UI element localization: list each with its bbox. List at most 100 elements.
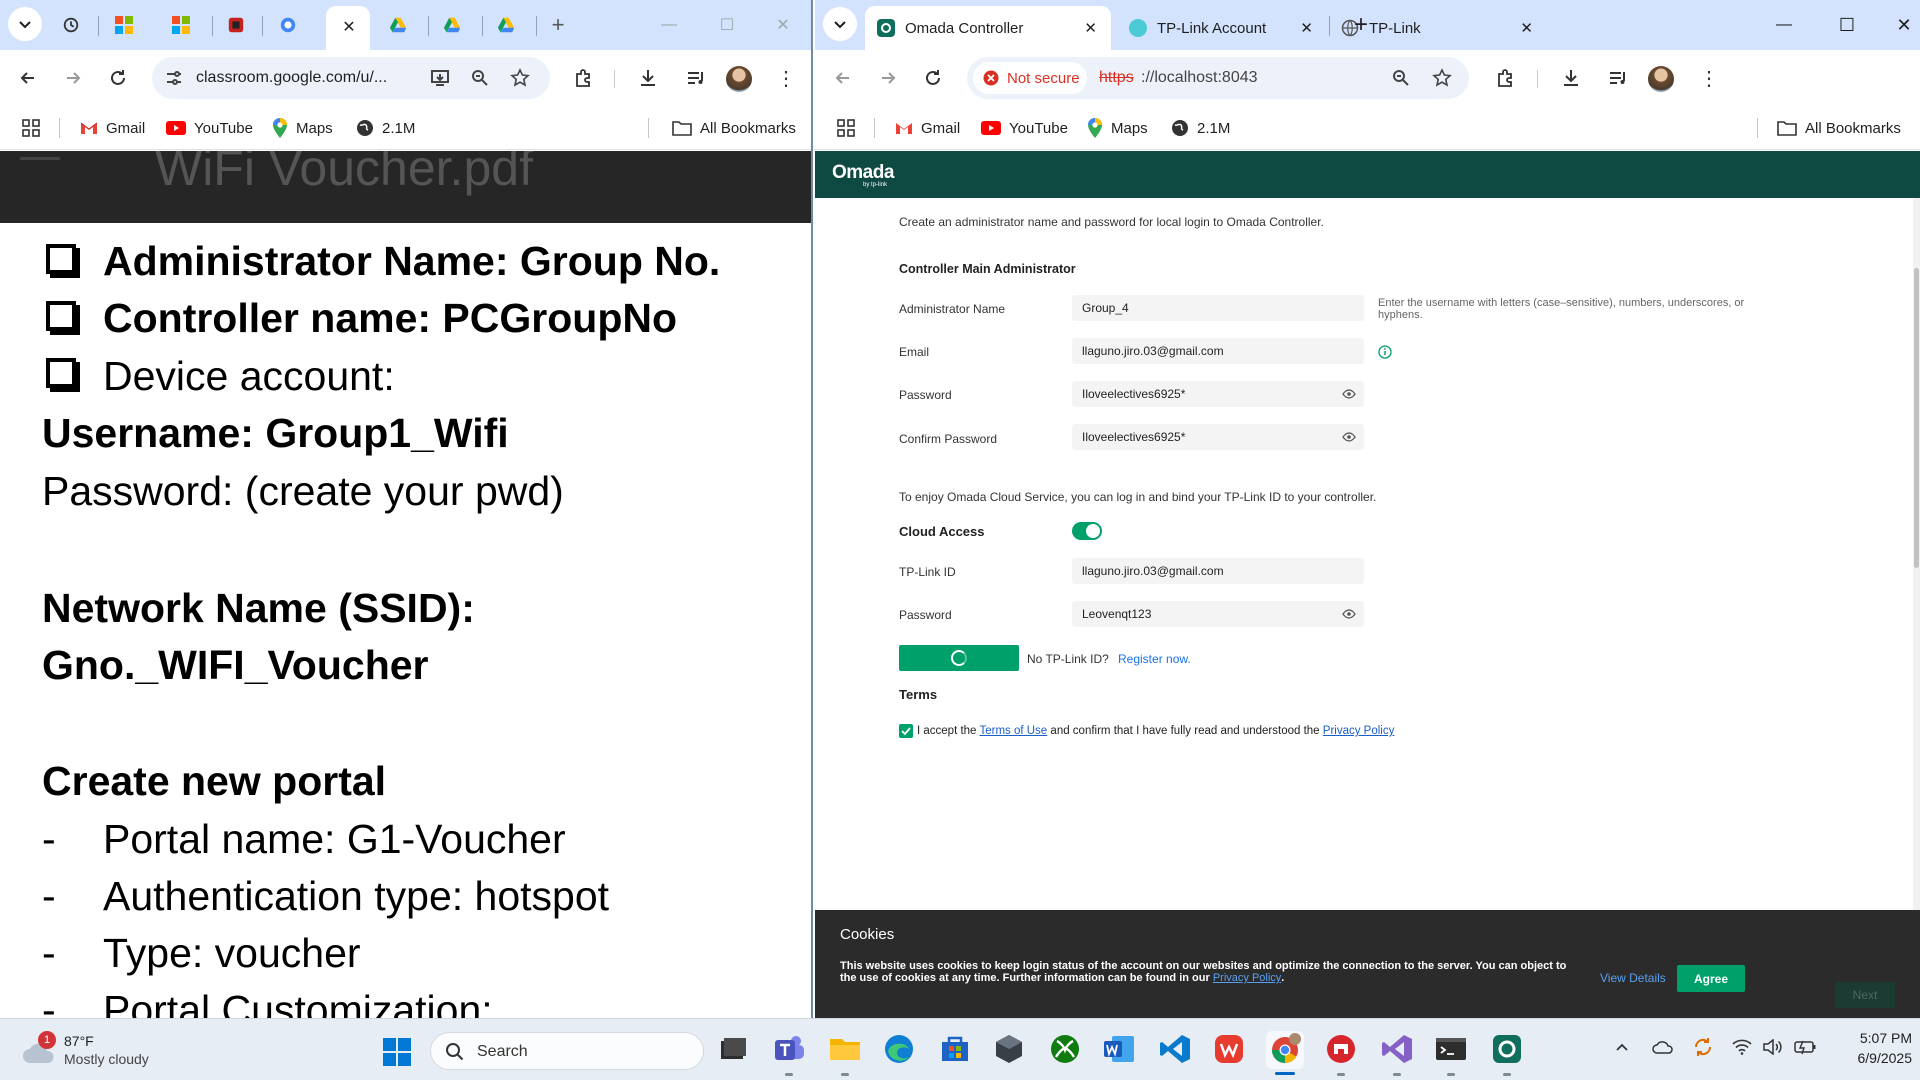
apps-icon[interactable] — [22, 119, 40, 142]
new-tab-button[interactable]: + — [1345, 10, 1377, 40]
menu-button[interactable]: ⋮ — [1691, 60, 1727, 96]
back-button[interactable] — [10, 60, 46, 96]
wifi-icon[interactable] — [1732, 1039, 1752, 1060]
reload-button[interactable] — [100, 60, 136, 96]
forward-button[interactable] — [870, 60, 906, 96]
reload-button[interactable] — [915, 60, 951, 96]
minimize-button[interactable]: — — [656, 12, 682, 38]
google-tab[interactable] — [272, 10, 304, 40]
close-icon[interactable]: ✕ — [1084, 19, 1097, 37]
eye-icon[interactable] — [1342, 430, 1356, 444]
clock-date[interactable]: 6/9/2025 — [1830, 1050, 1913, 1066]
close-icon[interactable]: ✕ — [340, 18, 358, 36]
show-hidden-icons-button[interactable] — [1614, 1039, 1630, 1060]
zoom-icon[interactable] — [470, 68, 490, 88]
bookmark-counter[interactable]: 2.1M — [356, 117, 415, 139]
bookmark-maps[interactable]: Maps — [272, 117, 333, 139]
media-button[interactable] — [1600, 60, 1636, 96]
teams-icon[interactable] — [772, 1033, 806, 1076]
eye-icon[interactable] — [1342, 607, 1356, 621]
minimize-button[interactable]: — — [1771, 12, 1797, 38]
store-icon[interactable] — [938, 1033, 972, 1065]
windows-start-icon[interactable] — [382, 1037, 412, 1067]
bookmark-star-icon[interactable] — [510, 68, 530, 88]
terminal-icon[interactable] — [1434, 1033, 1468, 1076]
visual-studio-icon[interactable] — [1380, 1033, 1414, 1076]
new-tab-button[interactable]: + — [542, 10, 574, 40]
next-button[interactable]: Next — [1835, 982, 1895, 1008]
cloud-access-toggle[interactable] — [1072, 522, 1102, 540]
install-app-icon[interactable] — [430, 68, 450, 88]
close-icon[interactable]: ✕ — [1520, 19, 1533, 37]
menu-button[interactable]: ⋮ — [768, 60, 804, 96]
address-bar[interactable]: classroom.google.com/u/... — [152, 57, 550, 99]
file-viewer-icon[interactable] — [716, 1033, 748, 1065]
privacy-policy-link[interactable]: Privacy Policy — [1323, 725, 1395, 737]
media-button[interactable] — [678, 60, 714, 96]
omada-app-icon[interactable] — [1490, 1033, 1524, 1076]
onedrive-icon[interactable] — [1652, 1039, 1674, 1060]
drive-tab-2[interactable] — [436, 10, 468, 40]
login-button[interactable] — [899, 645, 1019, 671]
forward-button[interactable] — [55, 60, 91, 96]
red-circle-app-icon[interactable] — [1324, 1033, 1358, 1076]
apps-icon[interactable] — [837, 119, 855, 142]
volume-icon[interactable] — [1762, 1038, 1784, 1060]
wps-icon[interactable] — [1212, 1033, 1246, 1065]
drive-tab-1[interactable] — [382, 10, 414, 40]
bookmark-star-icon[interactable] — [1432, 68, 1452, 88]
extensions-button[interactable] — [1487, 60, 1523, 96]
cube-app-icon[interactable] — [992, 1033, 1026, 1065]
tab-omada-controller[interactable]: Omada Controller ✕ — [865, 6, 1111, 50]
maximize-button[interactable]: ☐ — [1834, 12, 1860, 38]
terms-of-use-link[interactable]: Terms of Use — [979, 725, 1047, 737]
view-details-link[interactable]: View Details — [1600, 971, 1666, 985]
email-input[interactable]: llaguno.jiro.03@gmail.com — [1072, 338, 1364, 364]
chrome-icon[interactable] — [1266, 1031, 1304, 1075]
tplink-id-input[interactable]: llaguno.jiro.03@gmail.com — [1072, 558, 1364, 584]
all-bookmarks[interactable]: All Bookmarks — [672, 117, 796, 139]
active-tab[interactable]: ✕ — [326, 6, 370, 50]
back-button[interactable] — [825, 60, 861, 96]
bookmark-youtube[interactable]: YouTube — [166, 117, 253, 139]
tab-search-button[interactable] — [8, 7, 42, 41]
downloads-button[interactable] — [630, 60, 666, 96]
bookmark-gmail[interactable]: Gmail — [80, 117, 145, 139]
clock-time[interactable]: 5:07 PM — [1830, 1030, 1912, 1046]
tab-tplink-account[interactable]: TP-Link Account ✕ — [1121, 6, 1325, 50]
file-explorer-icon[interactable] — [828, 1033, 862, 1076]
register-link[interactable]: Register now. — [1118, 652, 1191, 666]
red-app-tab[interactable] — [220, 10, 252, 40]
microsoft-tab-2[interactable] — [165, 10, 197, 40]
sync-icon[interactable] — [1692, 1037, 1714, 1062]
agree-button[interactable]: Agree — [1677, 965, 1745, 992]
all-bookmarks[interactable]: All Bookmarks — [1777, 117, 1901, 139]
info-icon[interactable] — [1378, 345, 1392, 359]
close-icon[interactable]: ✕ — [1300, 19, 1313, 37]
profile-avatar[interactable] — [1648, 66, 1674, 92]
close-window-button[interactable]: ✕ — [770, 12, 796, 38]
bookmark-youtube[interactable]: YouTube — [981, 117, 1068, 139]
admin-name-input[interactable]: Group_4 — [1072, 295, 1364, 321]
eye-icon[interactable] — [1342, 387, 1356, 401]
page-scrollbar[interactable] — [1913, 198, 1920, 928]
vscode-icon[interactable] — [1158, 1033, 1192, 1065]
address-bar[interactable]: Not secure https ://localhost:8043 — [967, 57, 1469, 99]
microsoft-tab-1[interactable] — [108, 10, 140, 40]
extensions-button[interactable] — [565, 60, 601, 96]
zoom-icon[interactable] — [1391, 68, 1411, 88]
weather-widget[interactable]: 1 87°F Mostly cloudy — [20, 1031, 190, 1071]
edge-icon[interactable] — [882, 1033, 916, 1065]
xbox-icon[interactable] — [1048, 1033, 1082, 1065]
battery-icon[interactable] — [1794, 1038, 1818, 1061]
word-icon[interactable] — [1102, 1033, 1136, 1065]
drive-tab-3[interactable] — [490, 10, 522, 40]
close-window-button[interactable]: ✕ — [1891, 12, 1917, 38]
bookmark-gmail[interactable]: Gmail — [895, 117, 960, 139]
terms-checkbox[interactable] — [899, 724, 913, 738]
password-input[interactable]: Iloveelectives6925* — [1072, 381, 1364, 407]
downloads-button[interactable] — [1553, 60, 1589, 96]
not-secure-chip[interactable]: Not secure — [973, 62, 1087, 94]
maximize-button[interactable]: ☐ — [714, 12, 740, 38]
site-settings-icon[interactable] — [164, 68, 184, 88]
